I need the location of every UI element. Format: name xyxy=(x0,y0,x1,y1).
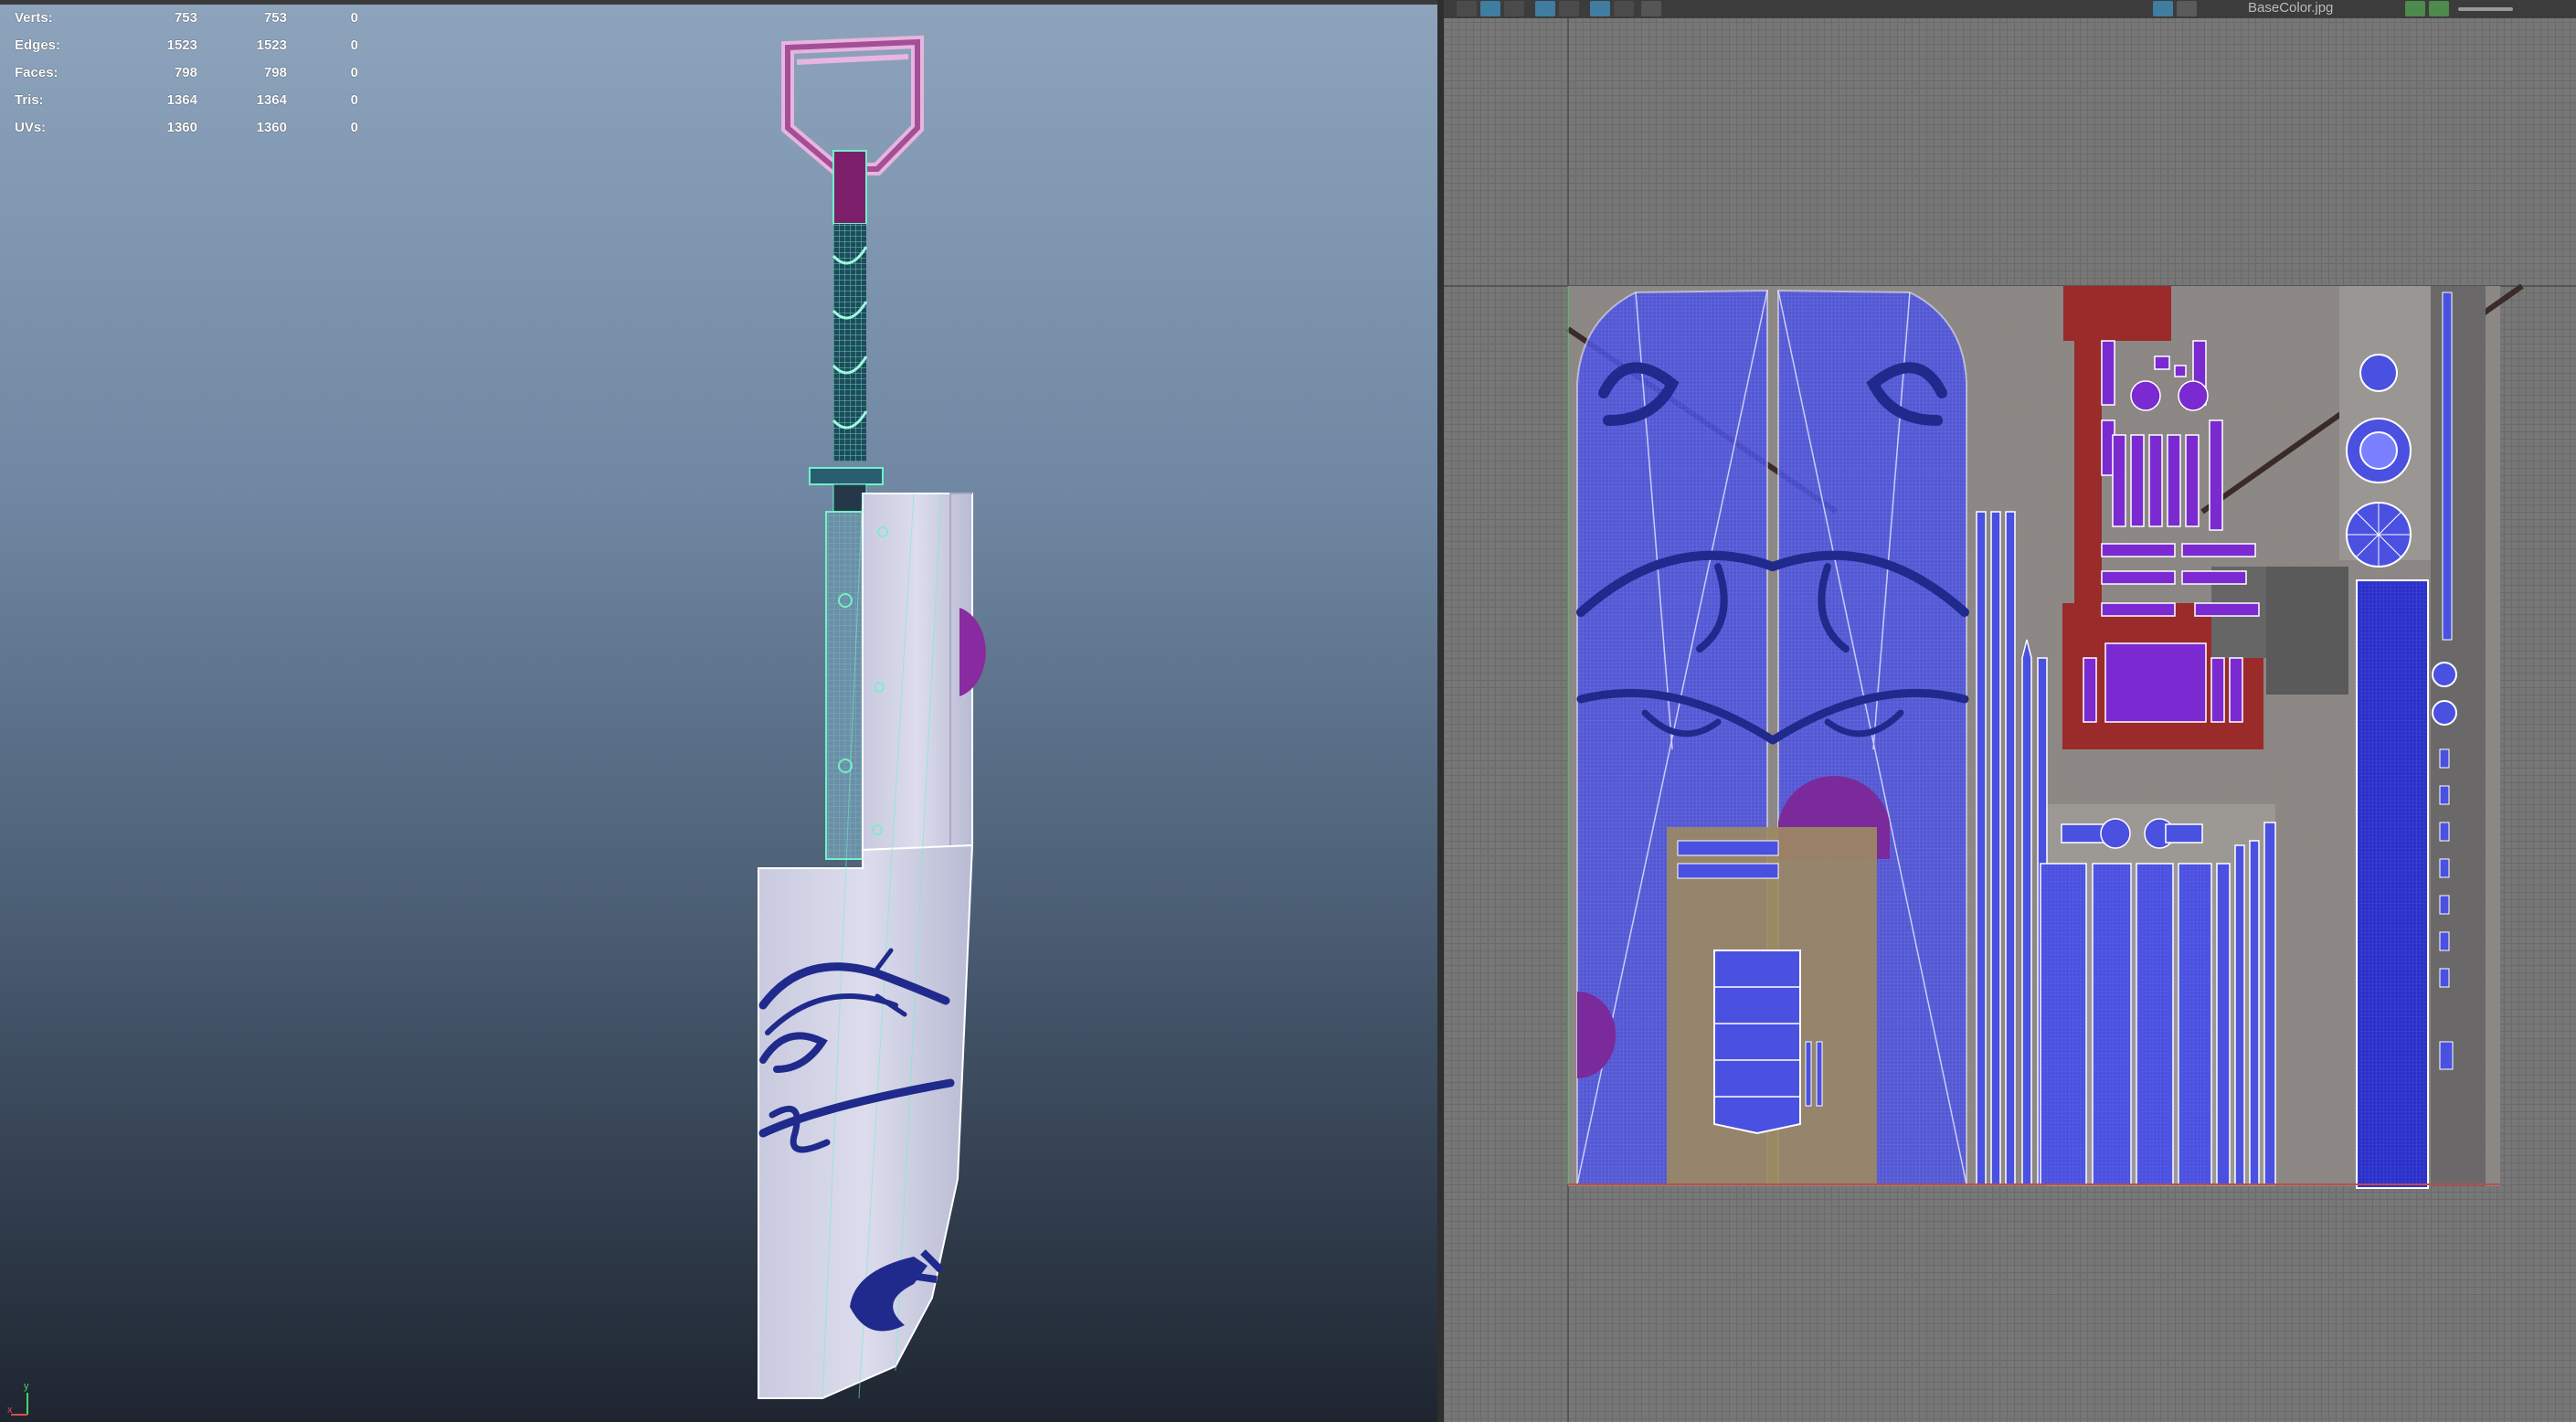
uv-shell-edge-strip[interactable] xyxy=(2442,292,2453,641)
axis-x-label: x xyxy=(7,1405,13,1416)
magenta-circle-decal xyxy=(959,608,986,696)
uv-layout[interactable] xyxy=(1444,18,2576,1422)
slider-icon[interactable] xyxy=(2458,7,2513,11)
grid-icon[interactable] xyxy=(1457,1,1477,16)
axis-y-label: y xyxy=(24,1381,29,1392)
checker-toggle-icon[interactable] xyxy=(2177,1,2197,16)
checker-icon[interactable] xyxy=(1504,1,1524,16)
texture-name-label[interactable]: BaseColor.jpg xyxy=(2248,0,2333,16)
isolate-icon[interactable] xyxy=(1614,1,1634,16)
blade-upper-plate[interactable] xyxy=(862,493,973,852)
sword-model[interactable] xyxy=(0,0,1437,1422)
uv-shell-icon[interactable] xyxy=(1535,1,1555,16)
uv-editor-toolbar: BaseColor.jpg xyxy=(1444,0,2576,18)
handle-shaft[interactable] xyxy=(832,150,867,225)
cross-guard[interactable] xyxy=(809,467,884,485)
perspective-viewport[interactable]: Verts: 753 753 0 Edges: 1523 1523 0 Face… xyxy=(0,0,1437,1422)
snapshot-icon[interactable] xyxy=(1641,1,1661,16)
shaded-icon[interactable] xyxy=(1480,1,1500,16)
dropdown-icon[interactable] xyxy=(2199,1,2210,16)
axis-gizmo: y x xyxy=(7,1381,29,1416)
panel-divider[interactable] xyxy=(1437,0,1444,1422)
tile-icon[interactable] xyxy=(2405,1,2425,16)
texture-icon[interactable] xyxy=(2153,1,2173,16)
color-icon[interactable] xyxy=(2429,1,2449,16)
filter-icon[interactable] xyxy=(1590,1,1610,16)
uv-shell-grip[interactable] xyxy=(1713,950,1801,1135)
uv-editor-panel[interactable]: BaseColor.jpg xyxy=(1444,0,2576,1422)
frame-icon[interactable] xyxy=(1559,1,1579,16)
